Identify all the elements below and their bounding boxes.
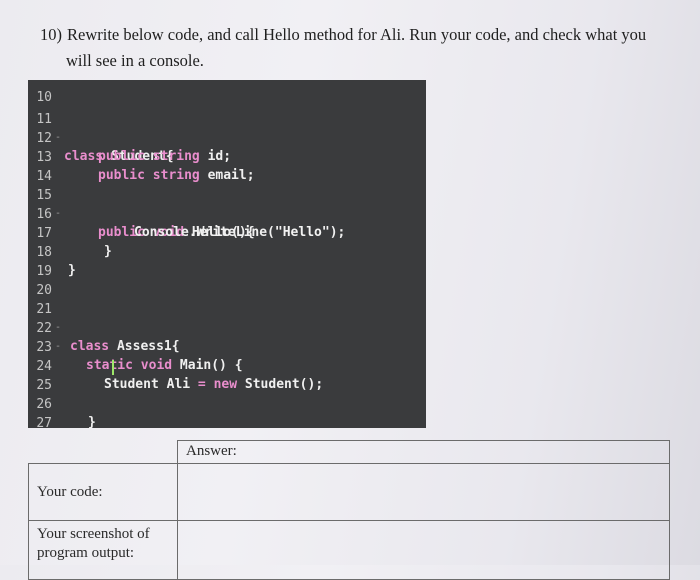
code-line: 27 } [28, 396, 426, 428]
code-line: 24 Student Ali = new Student(); [28, 339, 426, 393]
text-cursor [112, 360, 114, 375]
code-line: 15 - public void Hello(){ [28, 168, 426, 240]
code-line: 18 } [28, 225, 426, 279]
screenshot-answer-cell[interactable] [177, 519, 670, 580]
table-row: Your screenshot of program output: [28, 519, 670, 580]
code-editor: 10 11 - class Student{ 12 public string … [28, 80, 426, 428]
code-line: 28 [28, 413, 426, 428]
question-line-1: Rewrite below code, and call Hello metho… [67, 25, 647, 44]
code-line: 14 [28, 149, 426, 184]
code-line: 26 } [28, 377, 426, 428]
answer-table: Answer: Your code: Your screenshot of pr… [28, 440, 670, 580]
code-line: 23 [28, 320, 426, 355]
code-line: 17 } [28, 206, 426, 260]
your-code-label: Your code: [28, 462, 178, 521]
question-number: 10) [40, 25, 62, 44]
screenshot-label: Your screenshot of program output: [28, 519, 178, 580]
table-cell-blank [28, 440, 178, 463]
your-code-answer-cell[interactable] [177, 462, 670, 521]
code-line: 22 - static void Main() { [28, 301, 426, 373]
question-line-2: will see in a console. [66, 51, 204, 70]
code-line: 21 - class Assess1{ [28, 282, 426, 354]
table-row: Answer: [28, 440, 670, 464]
code-line: 12 public string id; [28, 111, 426, 165]
code-line: 25 [28, 358, 426, 393]
table-row: Your code: [28, 462, 670, 521]
answer-header: Answer: [177, 440, 670, 464]
code-line: 13 public string email; [28, 130, 426, 184]
code-line: 20 [28, 263, 426, 298]
code-line: 10 [28, 80, 426, 105]
code-line: 16 Console.WriteLine("Hello"); [28, 187, 426, 241]
question-text: 10) Rewrite below code, and call Hello me… [40, 22, 690, 74]
code-line: 19 [28, 244, 426, 279]
code-line: 11 - class Student{ [28, 92, 426, 164]
